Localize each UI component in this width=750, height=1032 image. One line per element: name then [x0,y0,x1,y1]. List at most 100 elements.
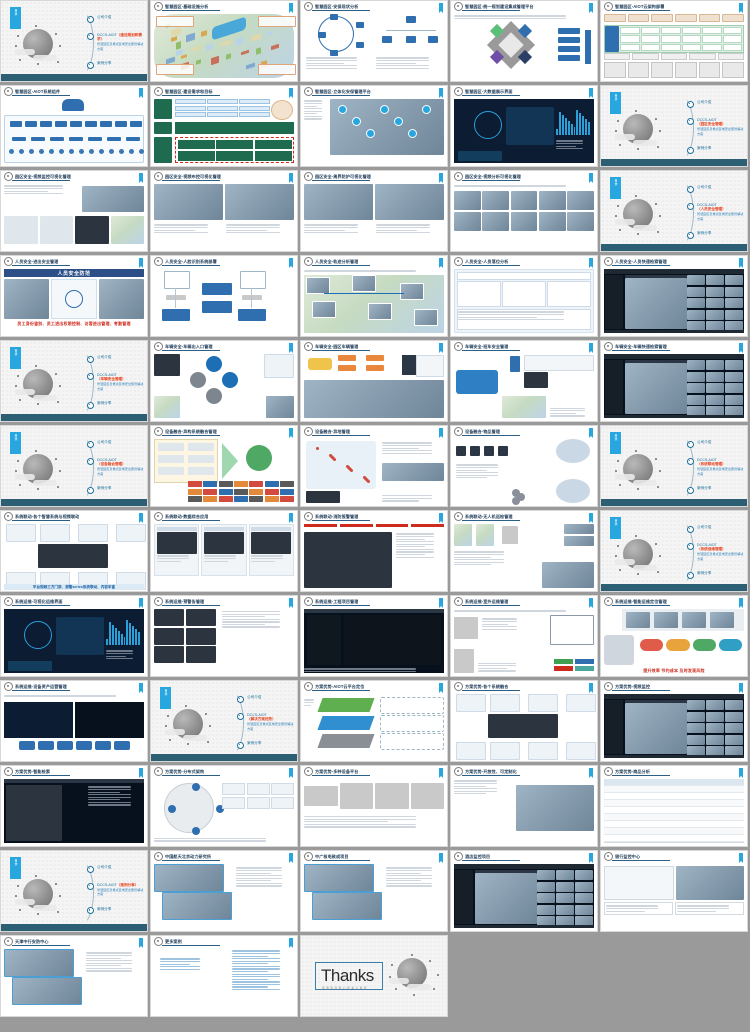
slide-thumbnail[interactable]: 人员安全-进出安全管理 人员安全防范 员工身份鉴别、员工进出权限控制、访客进出管理、… [0,255,148,337]
alarm-screen-thumbnail[interactable] [154,646,185,663]
agenda-item[interactable]: DCCS-AIOT（车辆安全管理） 智慧园区及重点区域安全照管解决方案 [87,373,145,392]
agenda-item[interactable]: 案例分享 [87,401,145,409]
alarm-screen-thumbnail[interactable] [185,646,216,663]
map-pin-icon[interactable] [394,117,403,126]
subsystem-card[interactable] [116,524,146,542]
search-result-thumbnail[interactable] [725,711,743,722]
slide-thumbnail[interactable]: 方案优势-开放性、可定制化 [450,765,598,847]
search-result-thumbnail[interactable] [725,286,743,297]
live-video-view[interactable] [625,363,687,414]
slide-thumbnail[interactable]: 目录 公司介绍 DCCS-AIOT（园区安全管理） 智慧园区及重点区域安全照管解决方案… [600,85,748,167]
snapshot-thumbnail[interactable] [306,277,330,294]
search-result-thumbnail[interactable] [725,734,743,745]
agenda-item[interactable]: 案例分享 [87,61,145,69]
subsystem-card[interactable] [78,524,108,542]
slide-thumbnail[interactable]: 智慧园区-建设需求和目标 [150,85,298,167]
slide-thumbnail[interactable]: 人员安全-人脸识别系统部署 [150,255,298,337]
search-result-thumbnail[interactable] [556,893,574,903]
analysis-thumbnail[interactable] [510,191,538,211]
site-marker[interactable] [363,476,366,479]
agenda-item[interactable]: 案例分享 [87,907,145,915]
tree-panel[interactable] [605,700,623,754]
search-result-thumbnail[interactable] [706,394,724,405]
search-result-thumbnail[interactable] [556,881,574,892]
title-bar[interactable] [4,779,144,783]
site-marker[interactable] [346,465,349,468]
agenda-item[interactable]: DCCS-AIOT（建设规划和需求） 智慧园区及重点区域安全照管解决方案 [87,33,145,52]
agenda-item[interactable]: 公司介绍 [87,15,145,23]
site-marker[interactable] [316,447,319,450]
video-toolbar[interactable] [625,700,687,703]
snapshot-thumbnail[interactable] [368,303,392,320]
tree-panel[interactable] [455,870,473,924]
alarm-screen-thumbnail[interactable] [185,627,216,645]
alarm-screen-thumbnail[interactable] [185,609,216,626]
slide-thumbnail[interactable]: 方案优势-视频监控 [600,680,748,762]
agenda-item[interactable]: DCCS-AIOT（解决方案优势） 智慧园区及重点区域安全照管解决方案 [237,713,295,732]
search-result-thumbnail[interactable] [537,904,555,915]
agenda-item[interactable]: 案例分享 [87,486,145,494]
title-bar[interactable] [604,694,744,699]
map-pin-icon[interactable] [366,129,375,138]
snapshot-thumbnail[interactable] [414,309,438,326]
alarm-screen-thumbnail[interactable] [154,609,185,626]
search-result-thumbnail[interactable] [537,893,555,903]
map-pin-icon[interactable] [338,105,347,114]
agenda-item[interactable]: 公司介绍 [687,525,745,533]
agenda-item[interactable]: DCCS-AIOT（系统运维管理） 智慧园区及重点区域安全照管解决方案 [687,543,745,562]
workflow-step-button[interactable] [113,741,130,751]
title-bar[interactable] [454,864,594,869]
slide-thumbnail[interactable]: 系统联动-各个智慧系统与视频联动 平台视频三方门禁、报警series系统联动、内容… [0,510,148,592]
video-preview[interactable] [6,785,62,841]
search-result-thumbnail[interactable] [725,360,743,370]
alarm-screen-thumbnail[interactable] [154,627,185,645]
workflow-step-button[interactable] [37,741,54,751]
subsystem-card[interactable] [456,742,486,760]
analysis-thumbnail[interactable] [567,191,594,211]
slide-thumbnail[interactable]: 方案优势-智能检索 [0,765,148,847]
search-result-thumbnail[interactable] [687,394,705,405]
search-result-thumbnail[interactable] [687,734,705,745]
slide-thumbnail[interactable]: 系统联动-无人机巡检管理 [450,510,598,592]
slide-thumbnail[interactable]: 智慧园区-AIOT云架构部署 [600,0,748,82]
live-video-view[interactable] [475,873,537,924]
agenda-item[interactable]: 公司介绍 [687,440,745,448]
slide-thumbnail[interactable]: 目录 公司介绍 DCCS-AIOT（解决方案优势） 智慧园区及重点区域安全照管解决方案… [150,680,298,762]
search-result-thumbnail[interactable] [706,298,724,308]
search-result-thumbnail[interactable] [556,870,574,880]
slide-thumbnail[interactable]: 车辆安全-班车安全管理 [450,340,598,422]
search-result-thumbnail[interactable] [687,298,705,308]
analysis-thumbnail[interactable] [538,191,566,211]
slide-thumbnail[interactable]: 系统联动-消防报警管理 [300,510,448,592]
analysis-thumbnail[interactable] [538,211,566,231]
search-result-thumbnail[interactable] [706,383,724,393]
agenda-item[interactable]: 案例分享 [687,486,745,494]
search-result-thumbnail[interactable] [687,360,705,370]
analysis-thumbnail[interactable] [454,211,481,231]
workflow-step-button[interactable] [18,741,35,751]
agenda-item[interactable]: 公司介绍 [87,440,145,448]
search-result-thumbnail[interactable] [706,360,724,370]
cad-toolbar[interactable] [304,609,444,613]
search-result-thumbnail[interactable] [725,298,743,308]
agenda-item[interactable]: DCCS-AIOT（系统联动管理） 智慧园区及重点区域安全照管解决方案 [687,458,745,477]
search-result-thumbnail[interactable] [537,881,555,892]
slide-thumbnail[interactable]: 银行监控中心 [600,850,748,932]
analysis-thumbnail[interactable] [510,211,538,231]
snapshot-thumbnail[interactable] [400,283,424,300]
slide-thumbnail[interactable]: 目录 公司介绍 DCCS-AIOT（系统联动管理） 智慧园区及重点区域安全照管解决方案… [600,425,748,507]
slide-thumbnail[interactable]: 智慧园区-立体化安保管理平台 [300,85,448,167]
video-toolbar[interactable] [625,360,687,363]
analysis-thumbnail[interactable] [454,191,481,211]
slide-thumbnail[interactable]: 系统运维-室外运维管理 [450,595,598,677]
video-toolbar[interactable] [625,275,687,278]
map-pin-icon[interactable] [380,105,389,114]
subsystem-card[interactable] [456,694,486,712]
search-result-thumbnail[interactable] [687,383,705,393]
search-result-thumbnail[interactable] [687,723,705,733]
subsystem-card[interactable] [566,742,596,760]
subsystem-card[interactable] [490,694,520,712]
slide-thumbnail[interactable]: 智慧园区-AIOT系统组件 [0,85,148,167]
search-result-thumbnail[interactable] [725,383,743,393]
slide-thumbnail[interactable]: 智慧园区-基础设施分析 [150,0,298,82]
